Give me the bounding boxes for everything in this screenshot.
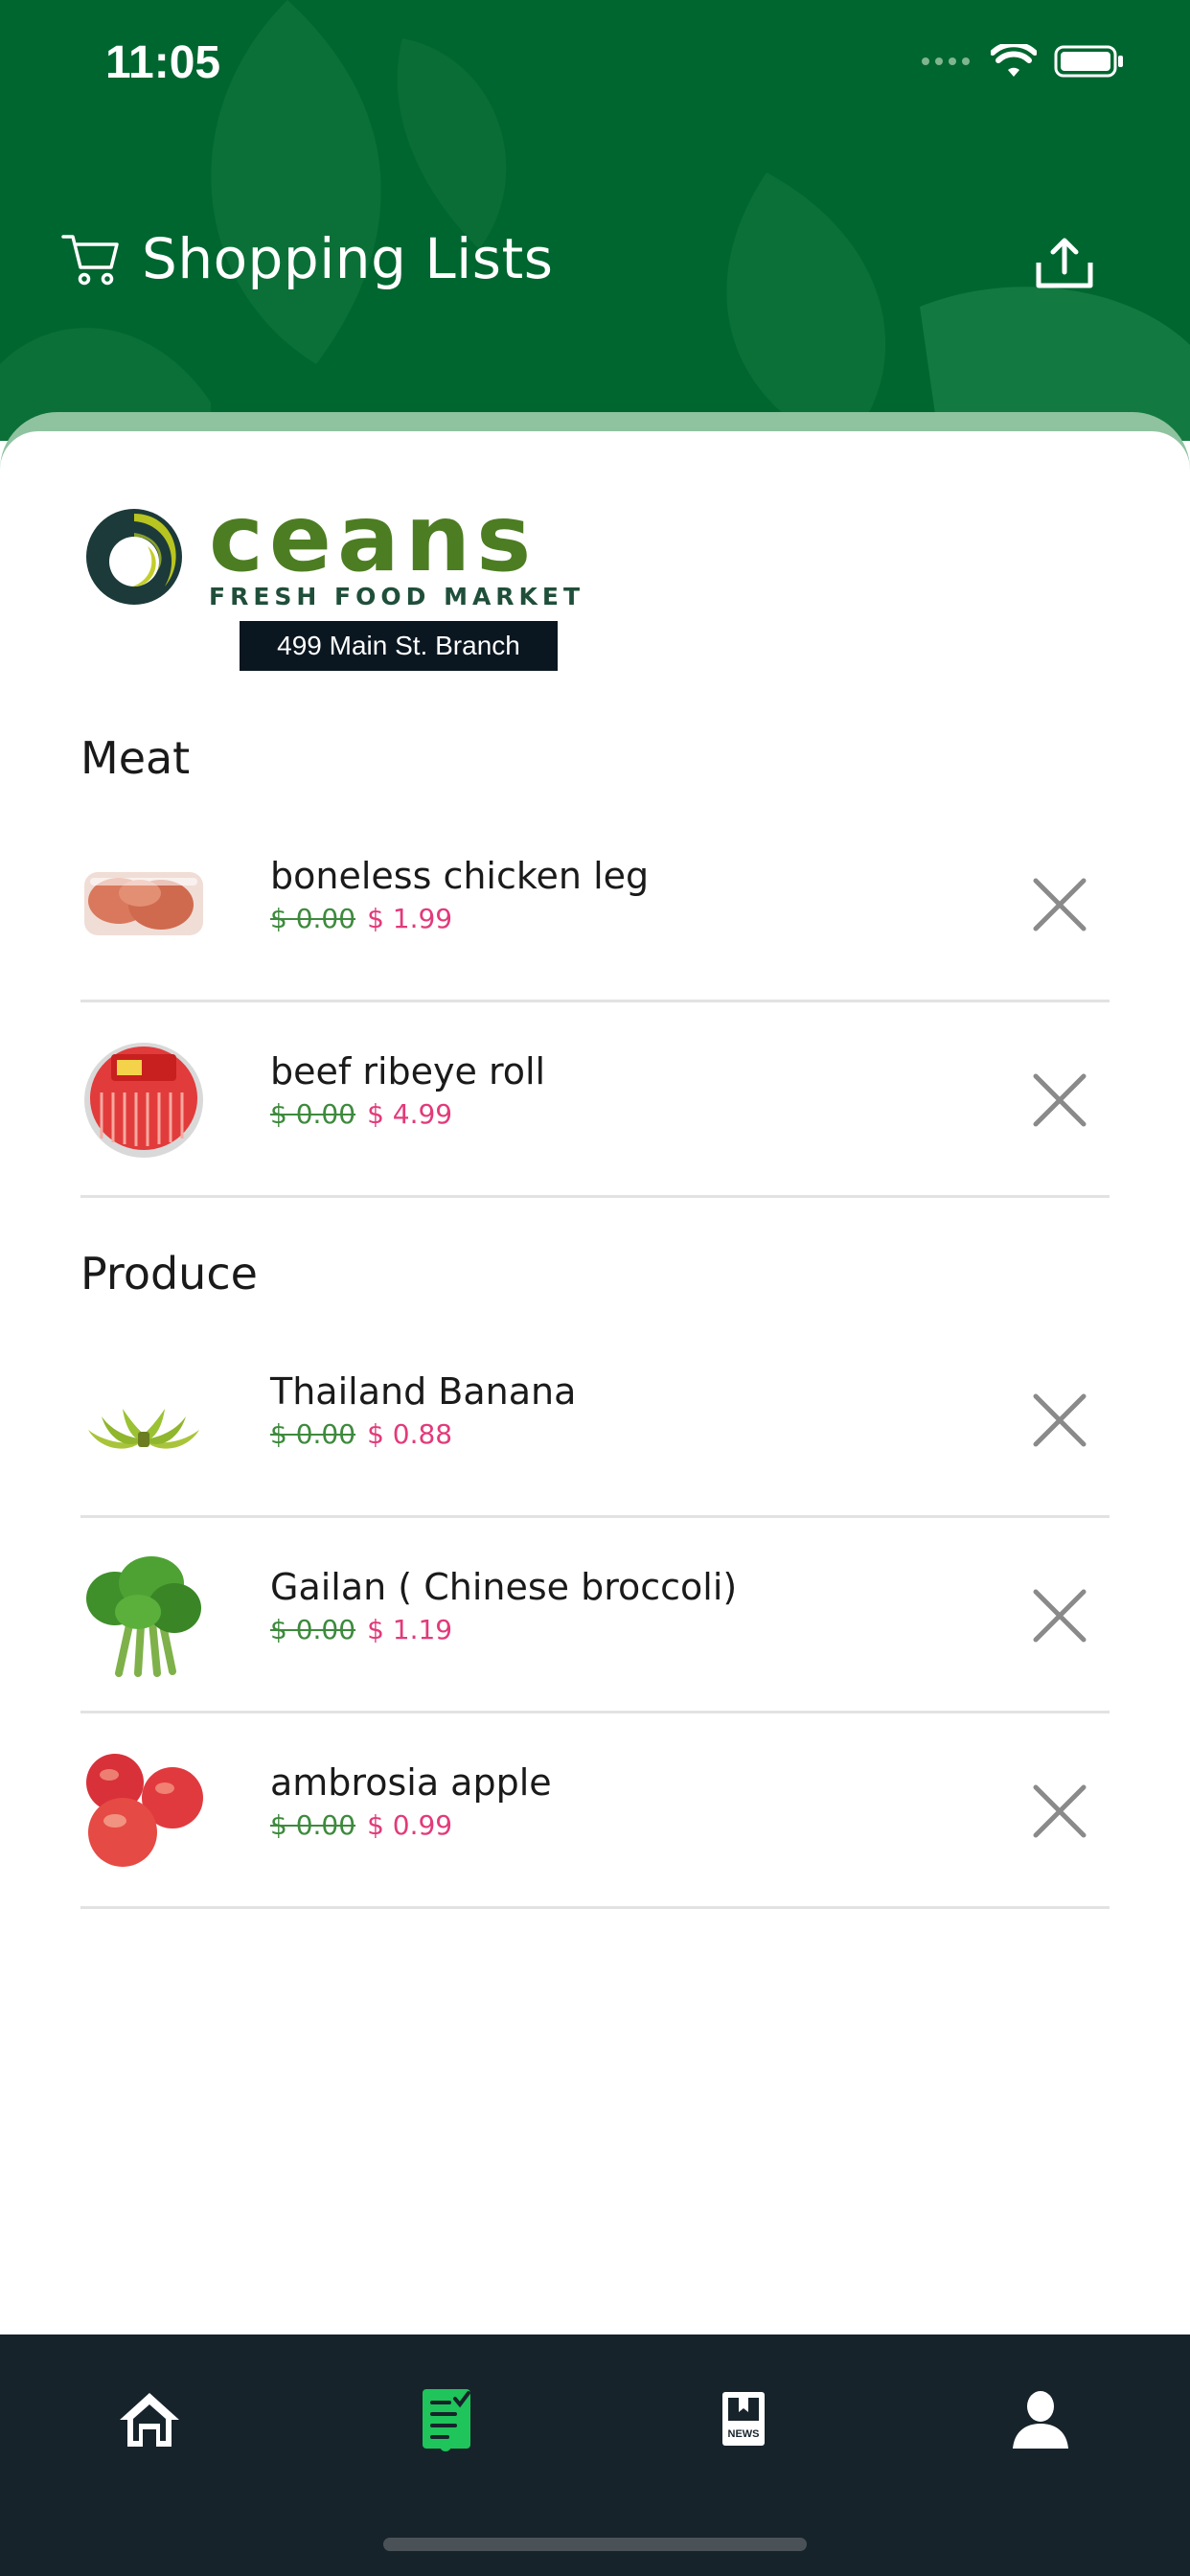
header: 11:05 Shopping Lists — [0, 0, 1190, 441]
close-icon — [1033, 1393, 1087, 1447]
apple-thumbnail — [86, 1754, 203, 1867]
remove-item-button[interactable] — [1025, 1066, 1094, 1135]
status-icons — [920, 44, 1125, 79]
list-item[interactable]: Thailand Banana $ 0.00 $ 0.88 — [80, 1322, 1110, 1518]
share-icon — [1036, 238, 1093, 288]
close-icon — [1033, 878, 1087, 932]
item-name: boneless chicken leg — [270, 855, 650, 897]
item-prices: $ 0.00 $ 0.99 — [270, 1809, 452, 1841]
close-icon — [1033, 1784, 1087, 1838]
item-prices: $ 0.00 $ 0.88 — [270, 1418, 452, 1450]
item-name: ambrosia apple — [270, 1761, 552, 1804]
list-item[interactable]: Gailan ( Chinese broccoli) $ 0.00 $ 1.19 — [80, 1518, 1110, 1714]
banana-thumbnail — [88, 1409, 199, 1449]
list-item[interactable]: beef ribeye roll $ 0.00 $ 4.99 — [80, 1002, 1110, 1198]
wifi-icon — [991, 44, 1037, 77]
battery-icon — [1054, 45, 1123, 78]
item-price: $ 1.19 — [367, 1614, 453, 1645]
store-logo-subtitle: FRESH FOOD MARKET — [209, 583, 585, 610]
item-price: $ 0.99 — [367, 1809, 453, 1841]
page-title: Shopping Lists — [142, 226, 554, 291]
tab-bar: NEWS — [0, 2334, 1190, 2576]
chicken-leg-thumbnail — [84, 872, 203, 935]
tab-home[interactable] — [92, 2361, 207, 2476]
remove-item-button[interactable] — [1025, 1386, 1094, 1455]
share-button[interactable] — [1031, 230, 1098, 297]
item-prices: $ 0.00 $ 1.19 — [270, 1614, 452, 1645]
close-icon — [1033, 1589, 1087, 1643]
store-logo-name: ceans — [209, 485, 538, 592]
svg-text:NEWS: NEWS — [728, 2428, 760, 2440]
item-name: Gailan ( Chinese broccoli) — [270, 1566, 738, 1608]
list-item[interactable]: ambrosia apple $ 0.00 $ 0.99 — [80, 1714, 1110, 1909]
tab-shopping-list[interactable] — [389, 2361, 504, 2476]
news-icon: NEWS — [722, 2392, 765, 2446]
home-icon — [120, 2393, 179, 2447]
list-item[interactable]: boneless chicken leg $ 0.00 $ 1.99 — [80, 807, 1110, 1002]
close-icon — [1033, 1073, 1087, 1127]
home-indicator[interactable] — [383, 2538, 807, 2551]
item-old-price: $ 0.00 — [270, 1098, 356, 1130]
header-title-group: Shopping Lists — [61, 226, 553, 291]
item-price: $ 0.88 — [367, 1418, 453, 1450]
item-prices: $ 0.00 $ 4.99 — [270, 1098, 452, 1130]
item-price: $ 4.99 — [367, 1098, 453, 1130]
item-old-price: $ 0.00 — [270, 903, 356, 934]
item-name: beef ribeye roll — [270, 1050, 546, 1092]
tab-profile[interactable] — [983, 2361, 1098, 2476]
item-old-price: $ 0.00 — [270, 1418, 356, 1450]
status-time: 11:05 — [105, 37, 221, 88]
remove-item-button[interactable] — [1025, 1581, 1094, 1650]
profile-icon — [1013, 2391, 1068, 2449]
cart-icon — [61, 235, 119, 286]
item-old-price: $ 0.00 — [270, 1809, 356, 1841]
section-title-produce: Produce — [80, 1248, 258, 1300]
item-prices: $ 0.00 $ 1.99 — [270, 903, 452, 934]
oceans-logo-mark-icon — [86, 509, 182, 605]
tab-news[interactable]: NEWS — [686, 2361, 801, 2476]
store-branch-label: 499 Main St. Branch — [240, 621, 558, 671]
beef-ribeye-roll-thumbnail — [84, 1043, 203, 1158]
active-tab-indicator — [440, 2440, 451, 2451]
section-title-meat: Meat — [80, 732, 191, 784]
item-old-price: $ 0.00 — [270, 1614, 356, 1645]
item-price: $ 1.99 — [367, 903, 453, 934]
signal-icon — [922, 58, 970, 65]
remove-item-button[interactable] — [1025, 1777, 1094, 1846]
gailan-thumbnail — [86, 1556, 201, 1677]
item-name: Thailand Banana — [270, 1370, 577, 1413]
store-logo: ceans FRESH FOOD MARKET 499 Main St. Bra… — [80, 485, 580, 671]
remove-item-button[interactable] — [1025, 870, 1094, 939]
